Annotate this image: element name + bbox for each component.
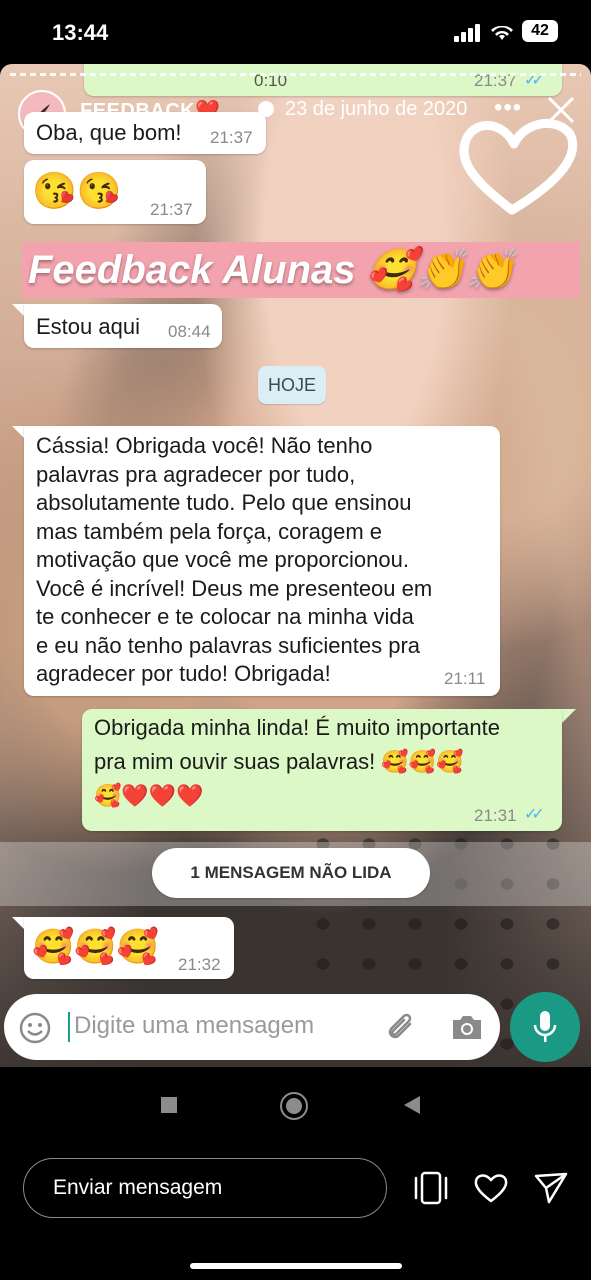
battery-icon: 42 — [522, 20, 558, 42]
message-bubble[interactable]: Cássia! Obrigada você! Não tenho palavra… — [24, 426, 500, 696]
message-line: 🥰❤️❤️❤️ — [94, 783, 204, 808]
message-time: 21:37 — [210, 128, 253, 147]
message-text: 😘😘 — [32, 170, 122, 211]
message-line: Você é incrível! Deus me presenteou em — [36, 575, 433, 601]
message-time: 21:11 — [444, 669, 486, 688]
heart-outline-sticker — [459, 119, 578, 215]
message-line: e eu não tenho palavras suficientes pra — [36, 632, 421, 658]
like-heart-icon[interactable] — [473, 1170, 509, 1206]
message-bubble[interactable]: Oba, que bom! 21:37 — [24, 112, 266, 154]
read-ticks-icon: ✓✓ — [524, 806, 545, 823]
message-time: 08:44 — [168, 322, 211, 341]
signal-icon — [454, 24, 480, 42]
nav-square-icon — [161, 1097, 177, 1113]
message-time: 21:37 — [150, 200, 193, 219]
story-date: 23 de junho de 2020 — [285, 98, 468, 120]
message-line: te conhecer e te colocar na minha vida — [36, 604, 414, 629]
message-bubble[interactable]: Estou aqui 08:44 — [24, 304, 222, 348]
home-indicator[interactable] — [190, 1263, 402, 1269]
message-line: pra mim ouvir suas palavras! 🥰🥰🥰 — [94, 749, 464, 774]
story-canvas[interactable]: 0:10 21:37 ✓✓ FEEDBACK❤️ ... 23 de junho… — [0, 64, 591, 1067]
camera-icon[interactable] — [450, 1012, 484, 1042]
message-line: mas também pela força, coragem e — [36, 518, 383, 544]
message-input-bar[interactable]: Digite uma mensagem — [4, 994, 500, 1060]
message-text: Estou aqui — [36, 314, 140, 339]
reply-placeholder: Enviar mensagem — [53, 1176, 223, 1199]
message-text: 🥰🥰🥰 — [32, 928, 160, 966]
message-input[interactable]: Digite uma mensagem — [74, 1012, 314, 1040]
message-text: Cássia! Obrigada você! Não tenho palavra… — [36, 432, 432, 689]
bubble-tail — [562, 709, 576, 723]
message-bubble[interactable]: 😘😘 21:37 — [24, 160, 206, 224]
message-text: Obrigada minha linda! É muito importante… — [94, 711, 500, 813]
mic-button[interactable] — [510, 992, 580, 1062]
mic-icon — [533, 1011, 557, 1042]
carousel-icon[interactable] — [413, 1170, 449, 1206]
nav-home-icon — [280, 1092, 308, 1120]
story-title-banner: Feedback Alunas 🥰👏👏 — [22, 242, 580, 298]
nav-back-icon — [404, 1096, 420, 1114]
attach-icon[interactable] — [384, 1010, 420, 1046]
message-text: Oba, que bom! — [36, 120, 182, 145]
story-reply-input[interactable]: Enviar mensagem — [23, 1158, 387, 1218]
text-cursor — [68, 1012, 70, 1042]
message-line: absolutamente tudo. Pelo que ensinou — [36, 490, 412, 515]
unread-divider: 1 MENSAGEM NÃO LIDA — [152, 848, 430, 898]
message-line: Obrigada minha linda! É muito importante — [94, 715, 500, 740]
status-bar: 13:44 42 — [0, 0, 591, 64]
message-line: motivação que você me proporcionou. — [36, 547, 409, 572]
send-icon[interactable] — [533, 1170, 569, 1206]
message-line: Cássia! Obrigada você! Não tenho — [36, 433, 373, 458]
message-line: agradecer por tudo! Obrigada! — [36, 661, 331, 686]
date-chip: HOJE — [258, 366, 326, 404]
message-bubble[interactable]: Obrigada minha linda! É muito importante… — [82, 709, 562, 831]
message-time: 21:32 — [178, 955, 221, 974]
wifi-icon — [491, 25, 513, 40]
message-bubble[interactable]: 🥰🥰🥰 21:32 — [24, 917, 234, 979]
status-time: 13:44 — [52, 20, 109, 45]
story-title: Feedback Alunas 🥰👏👏 — [28, 248, 517, 292]
emoji-icon[interactable] — [18, 1011, 52, 1045]
android-nav-bar — [0, 1068, 591, 1140]
message-line: palavras pra agradecer por tudo, — [36, 461, 356, 487]
message-time: 21:31 — [474, 806, 517, 825]
